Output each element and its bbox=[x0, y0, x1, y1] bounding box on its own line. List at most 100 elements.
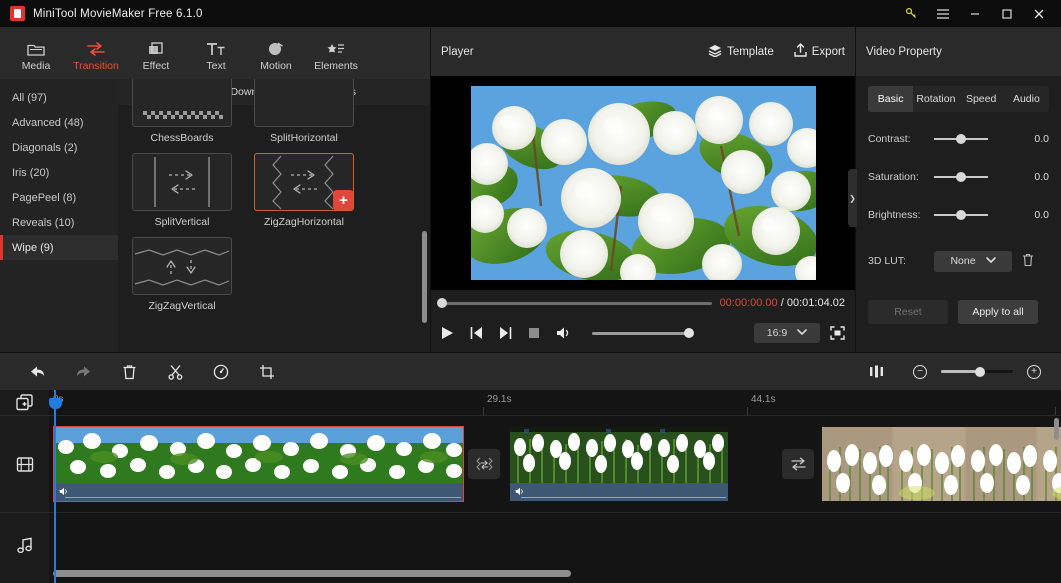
category-pagepeel[interactable]: PagePeel (8) bbox=[0, 185, 118, 210]
playhead[interactable] bbox=[49, 390, 62, 583]
transition-item-splithorizontal[interactable]: SplitHorizontal bbox=[254, 79, 354, 144]
crop-button[interactable] bbox=[244, 364, 290, 380]
maximize-icon[interactable] bbox=[991, 0, 1023, 27]
split-button[interactable] bbox=[152, 364, 198, 380]
tab-rotation[interactable]: Rotation bbox=[913, 86, 958, 112]
nav-tab-text[interactable]: Text bbox=[186, 34, 246, 72]
contrast-value: 0.0 bbox=[1034, 133, 1049, 145]
table-row[interactable] bbox=[510, 427, 728, 501]
video-track[interactable] bbox=[49, 415, 1061, 512]
brightness-value: 0.0 bbox=[1034, 209, 1049, 221]
nav-tab-effect[interactable]: Effect bbox=[126, 34, 186, 72]
aspect-ratio-select[interactable]: 16:9 bbox=[754, 323, 820, 343]
transition-name: ZigZagHorizontal bbox=[264, 216, 344, 228]
transition-thumbnail[interactable] bbox=[132, 153, 232, 211]
undo-button[interactable] bbox=[14, 364, 60, 379]
audio-track[interactable] bbox=[49, 512, 1061, 578]
seek-slider[interactable] bbox=[437, 298, 712, 308]
saturation-handle[interactable] bbox=[956, 172, 966, 182]
nav-tab-label: Media bbox=[21, 60, 51, 72]
next-frame-button[interactable] bbox=[499, 326, 512, 340]
lut-select[interactable]: None bbox=[934, 250, 1012, 272]
category-advanced[interactable]: Advanced (48) bbox=[0, 110, 118, 135]
template-button[interactable]: Template bbox=[708, 44, 774, 60]
export-button[interactable]: Export bbox=[794, 43, 845, 60]
tab-speed[interactable]: Speed bbox=[959, 86, 1004, 112]
volume-button[interactable] bbox=[556, 326, 572, 340]
fit-to-timeline-icon[interactable] bbox=[853, 365, 899, 378]
saturation-row: Saturation: 0.0 bbox=[868, 166, 1049, 188]
transition-item-zigzaghorizontal[interactable]: + ZigZagHorizontal bbox=[254, 153, 354, 228]
nav-tab-label: Elements bbox=[314, 60, 358, 72]
brightness-slider[interactable] bbox=[934, 210, 988, 220]
ruler-line bbox=[747, 407, 748, 415]
saturation-slider[interactable] bbox=[934, 172, 988, 182]
add-transition-button[interactable]: + bbox=[333, 190, 353, 210]
property-tabs: Basic Rotation Speed Audio bbox=[868, 86, 1049, 112]
seek-handle[interactable] bbox=[437, 298, 447, 308]
transition-marker-1[interactable] bbox=[468, 449, 500, 479]
table-row[interactable] bbox=[822, 427, 1061, 501]
timeline-vertical-scrollbar[interactable] bbox=[1054, 418, 1059, 440]
timeline-horizontal-scrollbar[interactable] bbox=[49, 570, 1051, 577]
transition-marker-2[interactable] bbox=[782, 449, 814, 479]
zoom-out-icon[interactable]: − bbox=[913, 364, 927, 379]
speed-button[interactable] bbox=[198, 364, 244, 380]
volume-handle[interactable] bbox=[684, 328, 694, 338]
category-all[interactable]: All (97) bbox=[0, 85, 118, 110]
minimize-icon[interactable] bbox=[959, 0, 991, 27]
transition-thumbnail[interactable] bbox=[132, 79, 232, 127]
table-row[interactable] bbox=[53, 426, 464, 502]
trash-icon[interactable] bbox=[1022, 253, 1034, 270]
category-iris[interactable]: Iris (20) bbox=[0, 160, 118, 185]
library-scrollbar[interactable] bbox=[422, 231, 427, 323]
zoom-slider[interactable] bbox=[941, 366, 1013, 377]
contrast-handle[interactable] bbox=[956, 134, 966, 144]
playhead-handle[interactable] bbox=[49, 398, 62, 409]
nav-tab-motion[interactable]: Motion bbox=[246, 34, 306, 72]
zoom-in-icon[interactable]: + bbox=[1027, 364, 1041, 379]
clip-audio-strip bbox=[510, 483, 728, 501]
transition-item-chessboards[interactable]: ChessBoards bbox=[132, 79, 232, 144]
zoom-handle[interactable] bbox=[975, 366, 985, 377]
play-button[interactable] bbox=[441, 326, 454, 340]
category-diagonals[interactable]: Diagonals (2) bbox=[0, 135, 118, 160]
volume-slider[interactable] bbox=[592, 328, 694, 338]
fullscreen-button[interactable] bbox=[830, 326, 845, 340]
stop-button[interactable] bbox=[528, 327, 540, 339]
transition-item-zigzagvertical[interactable]: ZigZagVertical bbox=[132, 237, 232, 312]
reset-button[interactable]: Reset bbox=[868, 300, 948, 324]
audio-track-header[interactable] bbox=[0, 512, 49, 578]
panel-collapse-toggle[interactable]: ❯ bbox=[848, 169, 857, 227]
transition-thumbnail[interactable]: + bbox=[254, 153, 354, 211]
transition-thumbnail[interactable] bbox=[254, 79, 354, 127]
video-track-header[interactable] bbox=[0, 415, 49, 512]
template-label: Template bbox=[727, 45, 774, 58]
tab-audio[interactable]: Audio bbox=[1004, 86, 1049, 112]
nav-tab-elements[interactable]: Elements bbox=[306, 34, 366, 72]
category-reveals[interactable]: Reveals (10) bbox=[0, 210, 118, 235]
contrast-slider[interactable] bbox=[934, 134, 988, 144]
current-time: 00:00:00.00 bbox=[719, 297, 778, 309]
category-wipe[interactable]: Wipe (9) bbox=[0, 235, 118, 260]
video-preview[interactable] bbox=[470, 86, 816, 280]
brightness-handle[interactable] bbox=[956, 210, 966, 220]
key-icon[interactable] bbox=[895, 0, 927, 27]
menu-icon[interactable] bbox=[927, 0, 959, 27]
tab-basic[interactable]: Basic bbox=[868, 86, 914, 112]
add-media-track-button[interactable] bbox=[0, 390, 49, 415]
nav-tab-media[interactable]: Media bbox=[6, 34, 66, 72]
redo-button[interactable] bbox=[60, 364, 106, 379]
timeline-area[interactable]: 0s 29.1s 44.1s bbox=[49, 390, 1061, 583]
timeline-scroll-thumb[interactable] bbox=[53, 570, 571, 577]
transition-grid: ChessBoards SplitHorizontal SplitVertica… bbox=[118, 79, 430, 352]
transition-item-splitvertical[interactable]: SplitVertical bbox=[132, 153, 232, 228]
apply-to-all-button[interactable]: Apply to all bbox=[958, 300, 1038, 324]
delete-button[interactable] bbox=[106, 364, 152, 380]
previous-frame-button[interactable] bbox=[470, 326, 483, 340]
nav-tab-transition[interactable]: Transition bbox=[66, 34, 126, 72]
close-icon[interactable] bbox=[1023, 0, 1055, 27]
lut-row: 3D LUT: None bbox=[868, 250, 1049, 272]
timeline-ruler[interactable]: 0s 29.1s 44.1s bbox=[49, 390, 1061, 415]
transition-thumbnail[interactable] bbox=[132, 237, 232, 295]
